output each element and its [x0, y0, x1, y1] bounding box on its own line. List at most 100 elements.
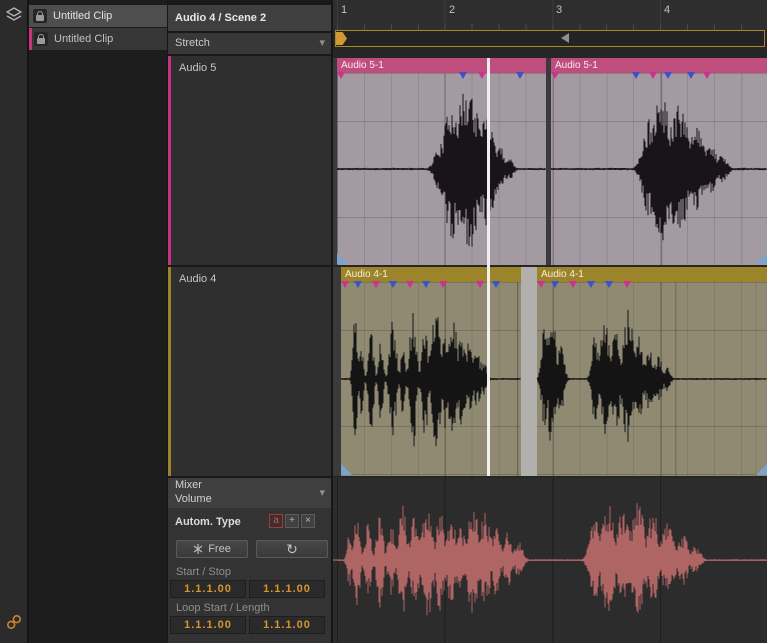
clip-label: Audio 4-1: [345, 269, 388, 280]
free-stretch-icon: [193, 544, 203, 554]
start-value[interactable]: 1.1.1.00: [170, 580, 246, 598]
autom-active-button[interactable]: a: [269, 514, 283, 528]
automation-target-line2: Volume: [175, 493, 212, 505]
clip-header[interactable]: Audio 4-1: [537, 267, 767, 282]
warp-marker-icon[interactable]: [587, 281, 595, 288]
loop-region-bar[interactable]: [335, 30, 765, 47]
free-button-label: Free: [208, 543, 231, 555]
warp-marker-icon[interactable]: [551, 72, 559, 79]
clip-list-item-2[interactable]: Untitled Clip: [29, 28, 167, 50]
bar-number: 3: [556, 4, 563, 16]
loop-length-value[interactable]: 1.1.1.00: [249, 616, 325, 634]
waveform-audio5-2: [551, 102, 767, 241]
clip-audio4-2[interactable]: Audio 4-1: [537, 267, 767, 476]
warp-marker-icon[interactable]: [516, 72, 524, 79]
bar-number: 1: [341, 4, 348, 16]
timeline-ruler[interactable]: 1 2 3 4: [333, 0, 767, 30]
arranger-area: 1 2 3 4 Audio 5-1 Audio 5-1 Audio 4-1 Au…: [333, 0, 767, 643]
left-toolbar: [0, 0, 28, 643]
autom-type-label: Autom. Type: [175, 516, 241, 528]
lock-icon[interactable]: [33, 9, 47, 23]
warp-marker-icon[interactable]: [623, 281, 631, 288]
loop-start-length-label: Loop Start / Length: [176, 602, 270, 614]
warp-marker-icon[interactable]: [459, 72, 467, 79]
lock-icon[interactable]: [34, 32, 48, 46]
clip-item-label: Untitled Clip: [53, 10, 113, 22]
fade-handle[interactable]: [756, 464, 767, 475]
chevron-down-icon: ▾: [319, 487, 325, 499]
fade-handle[interactable]: [337, 253, 348, 264]
warp-marker-icon[interactable]: [341, 281, 349, 288]
loop-icon: ↻: [286, 540, 298, 557]
fade-handle[interactable]: [341, 464, 352, 475]
warp-marker-icon[interactable]: [569, 281, 577, 288]
automation-panel: Mixer Volume ▾ Autom. Type a + × Free ↻ …: [168, 478, 331, 643]
lane-audio4: Audio 4-1 Audio 4-1: [333, 267, 767, 476]
warp-marker-icon[interactable]: [649, 72, 657, 79]
clip-header[interactable]: Audio 5-1: [337, 58, 546, 73]
loop-start-value[interactable]: 1.1.1.00: [170, 616, 246, 634]
track-name: Audio 4: [179, 273, 217, 285]
clip-inspector: Audio 4 / Scene 2 Stretch ▾ Audio 5 Audi…: [168, 0, 331, 643]
lock-glyph: [37, 34, 45, 44]
free-button[interactable]: Free: [176, 540, 248, 558]
lane-automation[interactable]: [333, 478, 767, 643]
clip-list-panel: Untitled Clip Untitled Clip: [29, 0, 167, 643]
warp-marker-icon[interactable]: [389, 281, 397, 288]
track-section-audio4[interactable]: Audio 4: [168, 267, 331, 476]
layers-icon[interactable]: [6, 7, 22, 23]
clip-gap: [521, 267, 537, 476]
clip-label: Audio 4-1: [541, 269, 584, 280]
warp-marker-icon[interactable]: [372, 281, 380, 288]
clip-audio4-1[interactable]: Audio 4-1: [341, 267, 521, 476]
waveform-audio4-1: [341, 313, 521, 447]
bar-number: 4: [664, 4, 671, 16]
automation-target-line1: Mixer: [175, 479, 202, 491]
warp-marker-icon[interactable]: [703, 72, 711, 79]
warp-marker-icon[interactable]: [439, 281, 447, 288]
bar-number: 2: [449, 4, 456, 16]
warp-marker-icon[interactable]: [632, 72, 640, 79]
warp-marker-icon[interactable]: [337, 72, 345, 79]
stretch-label: Stretch: [175, 37, 210, 49]
chevron-down-icon: ▾: [319, 37, 325, 49]
fade-handle[interactable]: [756, 253, 767, 264]
stop-value[interactable]: 1.1.1.00: [249, 580, 325, 598]
autom-add-button[interactable]: +: [285, 514, 299, 528]
warp-marker-icon[interactable]: [422, 281, 430, 288]
warp-marker-icon[interactable]: [476, 281, 484, 288]
warp-marker-icon[interactable]: [492, 281, 500, 288]
lock-glyph: [36, 11, 44, 21]
warp-marker-icon[interactable]: [537, 281, 545, 288]
link-icon[interactable]: [6, 614, 22, 630]
waveform-audio5-1: [337, 93, 546, 247]
time-marker-icon[interactable]: [561, 33, 569, 43]
warp-marker-icon[interactable]: [478, 72, 486, 79]
clip-label: Audio 5-1: [341, 60, 384, 71]
warp-marker-icon[interactable]: [664, 72, 672, 79]
automation-target-dropdown[interactable]: Mixer Volume ▾: [168, 478, 331, 508]
clip-list-item-1[interactable]: Untitled Clip: [29, 5, 167, 27]
warp-marker-icon[interactable]: [687, 72, 695, 79]
playhead[interactable]: [487, 58, 490, 476]
warp-marker-icon[interactable]: [605, 281, 613, 288]
clip-label: Audio 5-1: [555, 60, 598, 71]
clip-header[interactable]: Audio 5-1: [551, 58, 767, 73]
track-name: Audio 5: [179, 62, 217, 74]
loop-button[interactable]: ↻: [256, 540, 328, 558]
warp-marker-icon[interactable]: [551, 281, 559, 288]
clip-item-label: Untitled Clip: [54, 33, 114, 45]
warp-marker-icon[interactable]: [406, 281, 414, 288]
clip-title-header: Audio 4 / Scene 2: [168, 5, 331, 31]
waveform-audio4-2: [537, 309, 767, 442]
track-section-audio5[interactable]: Audio 5: [168, 56, 331, 265]
warp-marker-icon[interactable]: [354, 281, 362, 288]
clip-audio5-2[interactable]: Audio 5-1: [551, 58, 767, 265]
autom-remove-button[interactable]: ×: [301, 514, 315, 528]
clip-header[interactable]: Audio 4-1: [341, 267, 521, 282]
start-stop-label: Start / Stop: [176, 566, 232, 578]
clip-audio5-1[interactable]: Audio 5-1: [337, 58, 546, 265]
waveform-automation: [333, 503, 767, 616]
lane-audio5: Audio 5-1 Audio 5-1: [333, 58, 767, 265]
stretch-dropdown[interactable]: Stretch ▾: [168, 33, 331, 54]
